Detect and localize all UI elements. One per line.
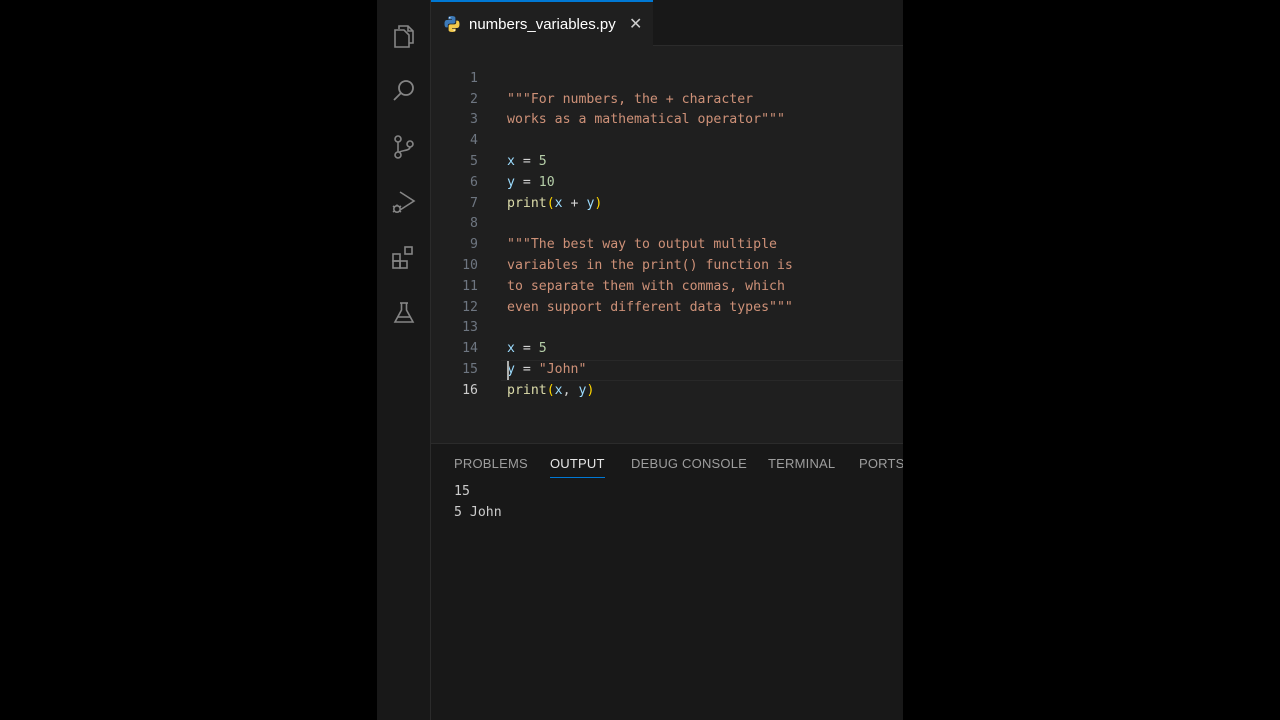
text-cursor	[507, 361, 509, 380]
explorer-icon[interactable]	[388, 20, 420, 52]
close-icon[interactable]: ✕	[628, 14, 644, 34]
bottom-panel: PROBLEMS OUTPUT DEBUG CONSOLE TERMINAL P…	[431, 443, 903, 720]
tab-debug-console[interactable]: DEBUG CONSOLE	[631, 455, 747, 477]
code-line: 1 """For numbers, the + character	[431, 48, 903, 107]
code-line: 7	[431, 173, 903, 211]
code-line: 12	[431, 277, 903, 315]
activity-bar	[377, 0, 431, 720]
code-line: 11 even support different data types"""	[431, 256, 903, 315]
line-number: 16	[462, 382, 478, 398]
code-line: 16	[431, 360, 903, 398]
tab-output[interactable]: OUTPUT	[550, 455, 605, 478]
tab-title: numbers_variables.py	[469, 15, 616, 33]
code-line: 15 print(x, y)	[431, 339, 903, 398]
code-line: 3	[431, 90, 903, 127]
code-line: 2 works as a mathematical operator"""	[431, 69, 903, 128]
editor-tab-numbers-variables[interactable]: numbers_variables.py ✕	[431, 0, 653, 46]
extensions-icon[interactable]	[388, 242, 420, 274]
code-line: 6 print(x + y)	[431, 152, 903, 211]
tab-terminal[interactable]: TERMINAL	[768, 455, 835, 477]
variable-token: x	[554, 382, 563, 398]
tab-ports[interactable]: PORTS	[859, 455, 903, 477]
source-control-icon[interactable]	[388, 131, 420, 163]
function-token: print	[507, 382, 547, 398]
code-line: 9 variables in the print() function is	[431, 214, 903, 273]
code-line: 13 x = 5	[431, 298, 903, 356]
operator-token: ,	[562, 382, 579, 398]
code-line: 8 """The best way to output multiple	[431, 194, 903, 252]
python-file-icon	[444, 16, 460, 32]
code-line: 14 y = "John"	[431, 318, 903, 377]
editor-area: numbers_variables.py ✕ 1 """For numbers,…	[431, 0, 903, 443]
bracket-token: (	[546, 382, 555, 398]
code-line: 10 to separate them with commas, which	[431, 235, 903, 294]
run-debug-icon[interactable]	[388, 186, 420, 218]
vscode-window: numbers_variables.py ✕ 1 """For numbers,…	[377, 0, 903, 720]
editor-tab-bar: numbers_variables.py ✕	[431, 0, 903, 46]
output-line: 5 John	[454, 505, 502, 520]
code-line: 4 x = 5	[431, 110, 903, 169]
search-icon[interactable]	[388, 75, 420, 107]
testing-icon[interactable]	[388, 297, 420, 329]
tab-problems[interactable]: PROBLEMS	[454, 455, 528, 477]
bracket-token: )	[586, 382, 595, 398]
code-line: 5 y = 10	[431, 131, 903, 190]
output-line: 15	[454, 484, 470, 499]
